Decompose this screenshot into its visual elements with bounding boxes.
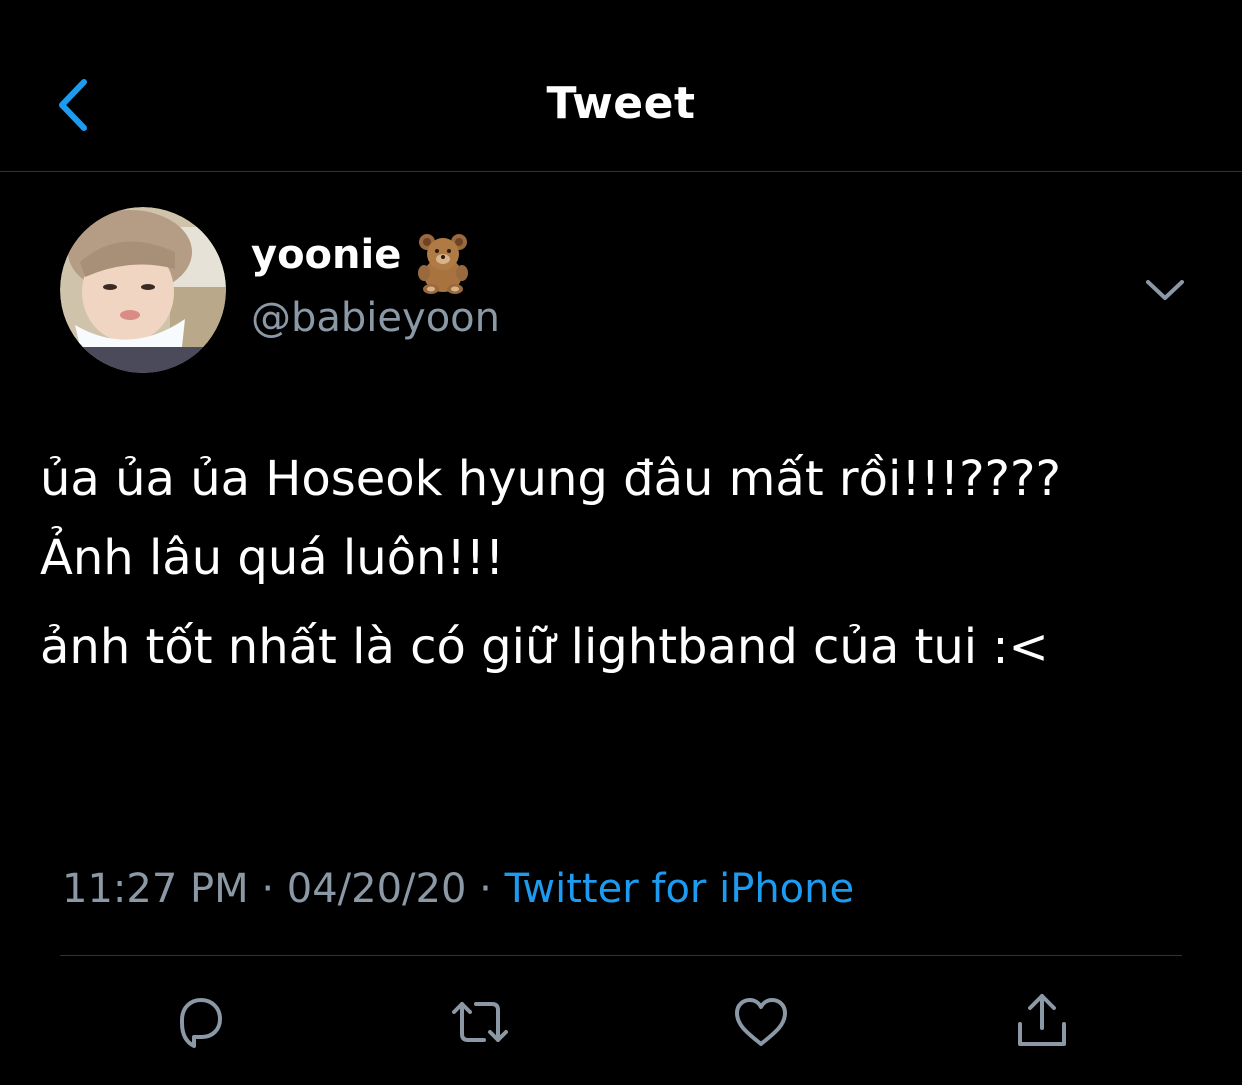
tweet-paragraph: ảnh tốt nhất là có giữ lightband của tui…	[40, 619, 1049, 675]
user-handle[interactable]: @babieyoon	[251, 295, 500, 341]
page-title: Tweet	[546, 78, 696, 129]
retweet-icon	[452, 1002, 508, 1042]
avatar[interactable]	[60, 207, 226, 373]
tweet-line: Ảnh lâu quá luôn!!!	[40, 530, 505, 586]
divider	[60, 955, 1182, 956]
tweet-source-link[interactable]: Twitter for iPhone	[505, 866, 855, 912]
reply-button[interactable]	[168, 990, 232, 1054]
meta-separator: ·	[479, 866, 492, 912]
heart-icon	[735, 998, 787, 1046]
tweet-date: 04/20/20	[286, 866, 467, 912]
more-options-button[interactable]	[1138, 268, 1192, 312]
tweet-meta: 11:27 PM · 04/20/20 · Twitter for iPhone	[62, 866, 854, 912]
chevron-down-icon	[1146, 280, 1184, 300]
retweet-button[interactable]	[448, 990, 512, 1054]
tweet-text: ủa ủa ủa Hoseok hyung đâu mất rồi!!!????…	[40, 440, 1220, 687]
reply-icon	[180, 998, 222, 1048]
display-name[interactable]: yoonie	[251, 232, 401, 278]
tweet-paragraph: ủa ủa ủa Hoseok hyung đâu mất rồi!!!????…	[40, 440, 1220, 598]
top-navigation-bar: Tweet	[0, 0, 1242, 172]
like-button[interactable]	[729, 990, 793, 1054]
avatar-photo	[60, 207, 226, 373]
share-icon	[1018, 994, 1066, 1046]
teddy-bear-icon	[410, 229, 476, 295]
meta-separator: ·	[261, 866, 275, 912]
tweet-time: 11:27 PM	[62, 866, 249, 912]
tweet-line: ủa ủa ủa Hoseok hyung đâu mất rồi!!!????	[40, 451, 1061, 507]
share-button[interactable]	[1010, 990, 1074, 1054]
